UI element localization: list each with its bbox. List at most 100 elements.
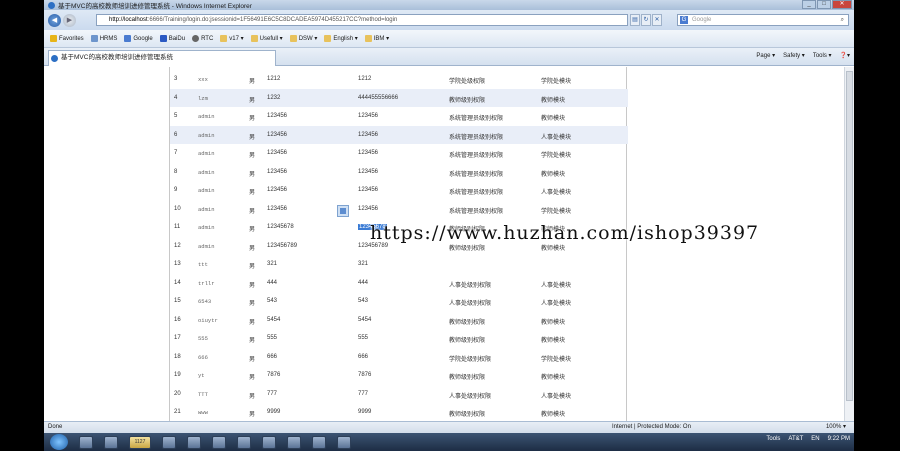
cell-id: 7: [174, 150, 178, 156]
cell-username: yt: [198, 372, 205, 379]
forward-button[interactable]: ▶: [63, 13, 76, 27]
tray-tools[interactable]: Tools: [766, 436, 780, 442]
search-field[interactable]: G Google ⌕: [677, 14, 849, 26]
taskbar-item-eclipse[interactable]: [312, 435, 326, 449]
favorite-label: HRMS: [99, 35, 118, 42]
page-menu[interactable]: Page ▾: [756, 52, 775, 59]
scrollbar-thumb[interactable]: [846, 71, 853, 401]
watermark-text: https://www.huzhan.com/ishop39397: [370, 222, 760, 244]
taskbar-item-ie[interactable]: [187, 435, 201, 449]
stop-icon[interactable]: ✕: [652, 14, 662, 26]
cell-sex: 男: [249, 319, 256, 326]
cell-password: 9999: [267, 409, 281, 415]
taskbar-item-firefox[interactable]: [262, 435, 276, 449]
table-row[interactable]: 8 admin 男 123456 123456 系统管理员级别权限 教师模块: [170, 163, 628, 182]
tab-active[interactable]: 基于MVC的高校教师培训进修管理系统: [48, 50, 276, 66]
favorite-item[interactable]: HRMS: [90, 35, 118, 42]
cell-module: 教师模块: [541, 319, 566, 326]
refresh-icon[interactable]: ↻: [641, 14, 651, 26]
taskbar: 1127 Tools AT&T EN 9:22 PM: [44, 433, 854, 451]
cell-password: 7876: [267, 372, 281, 378]
search-icon[interactable]: ⌕: [841, 15, 844, 25]
maximize-button[interactable]: □: [817, 0, 831, 9]
taskbar-item-explorer[interactable]: [79, 435, 93, 449]
cell-sex: 男: [249, 412, 256, 418]
favorite-item[interactable]: Favorites: [50, 35, 84, 42]
table-row[interactable]: 6 admin 男 123456 123456 系统管理员级别权限 人事处模块: [170, 125, 628, 144]
url-field[interactable]: http://localhost:6666/Training/login.do;…: [96, 14, 628, 26]
favorite-item[interactable]: English ▾: [324, 35, 358, 42]
window-title: 基于MVC的高校教师培训进修管理系统 - Windows Internet Ex…: [58, 3, 252, 10]
cell-role: 系统管理员级别权限: [449, 208, 504, 215]
table-row[interactable]: 3 xxx 男 1212 1212 学院处级权限 学院处模块: [170, 70, 628, 89]
tray-language[interactable]: EN: [811, 436, 819, 442]
favorite-label: IBM ▾: [373, 36, 390, 42]
close-button[interactable]: ✕: [832, 0, 852, 9]
cell-module: 学院处模块: [541, 153, 572, 159]
cell-id: 6: [174, 131, 178, 138]
table-row[interactable]: 18 666 男 666 666 学院处级别权限 学院处模块: [170, 348, 628, 367]
help-menu[interactable]: ❓▾: [840, 52, 850, 59]
table-row[interactable]: 17 555 男 555 555 教师级别权限 教师模块: [170, 329, 628, 348]
safety-menu[interactable]: Safety ▾: [783, 52, 805, 59]
url-path: :6666/Training/login.do;jsessionid=1F564…: [147, 17, 398, 23]
cell-module: 教师模块: [541, 116, 566, 122]
cell-id: 8: [174, 168, 178, 175]
cell-password: 123456: [267, 113, 288, 119]
favorite-item[interactable]: v17 ▾: [220, 35, 244, 42]
cell-password2: 9999: [358, 409, 372, 415]
edit-icon[interactable]: [337, 205, 349, 217]
cell-sex: 男: [249, 338, 256, 344]
favorite-item[interactable]: Google: [124, 35, 153, 42]
cell-id: 15: [174, 298, 181, 304]
table-row[interactable]: 20 TTT 男 777 777 人事处级别权限 人事处模块: [170, 385, 628, 404]
table-row[interactable]: 4 lzm 男 1232 444455556666 教师级别权限 教师模块: [170, 88, 628, 107]
cell-role: 系统管理员级别权限: [449, 190, 504, 196]
favorite-item[interactable]: BaiDu: [159, 35, 185, 42]
cell-password2: 7876: [358, 372, 372, 378]
table-row[interactable]: 10 admin 男 123456 123456 系统管理员级别权限 学院处模块: [170, 200, 628, 219]
minimize-button[interactable]: _: [802, 0, 816, 9]
favorite-item[interactable]: Usefull ▾: [250, 35, 283, 42]
favorite-item[interactable]: DSW ▾: [289, 35, 317, 42]
taskbar-item-active[interactable]: 1127: [129, 435, 151, 449]
taskbar-item-media[interactable]: [237, 435, 251, 449]
table-row[interactable]: 5 admin 男 123456 123456 系统管理员级别权限 教师模块: [170, 107, 628, 126]
table-row[interactable]: 19 yt 男 7876 7876 教师级别权限 教师模块: [170, 366, 628, 385]
table-row[interactable]: 9 admin 男 123456 123456 系统管理员级别权限 人事处模块: [170, 181, 628, 200]
cell-password: 12345678: [267, 224, 294, 230]
tab-label: 基于MVC的高校教师培训进修管理系统: [61, 54, 173, 61]
taskbar-item-app[interactable]: [104, 435, 118, 449]
cell-module: 人事处模块: [541, 301, 572, 307]
cell-role: 系统管理员级别权限: [449, 153, 504, 159]
favorite-item[interactable]: RTC: [192, 35, 213, 42]
cell-sex: 男: [249, 264, 256, 270]
table-row[interactable]: 21 www 男 9999 9999 教师级别权限 教师模块: [170, 403, 628, 421]
taskbar-item-java[interactable]: [287, 435, 301, 449]
cell-username: admin: [198, 113, 215, 120]
vertical-scrollbar[interactable]: [844, 67, 854, 421]
cell-role: 教师级别权限: [449, 319, 486, 326]
back-button[interactable]: ◀: [48, 13, 61, 27]
tools-menu[interactable]: Tools ▾: [813, 52, 832, 59]
cell-username: TTT: [198, 390, 208, 398]
table-row[interactable]: 14 trllr 男 444 444 人事处级别权限 人事处模块: [170, 274, 628, 293]
cell-module: 学院处模块: [541, 79, 572, 85]
cell-username: ttt: [198, 261, 208, 268]
cell-role: 教师级别权限: [449, 338, 486, 344]
table-row[interactable]: 16 oiuytr 男 5454 5454 教师级别权限 教师模块: [170, 311, 628, 330]
cell-username: xxx: [198, 76, 208, 83]
table-row[interactable]: 13 ttt 男 321 321: [170, 255, 628, 274]
start-button[interactable]: [50, 434, 68, 450]
address-bar: ◀ ▶ http://localhost:6666/Training/login…: [44, 10, 854, 30]
taskbar-item-folder[interactable]: [212, 435, 226, 449]
taskbar-item-tool[interactable]: [337, 435, 351, 449]
favorite-label: Favorites: [59, 35, 84, 42]
table-row[interactable]: 15 6543 男 543 543 人事处级别权限 人事处模块: [170, 292, 628, 311]
favorite-item[interactable]: IBM ▾: [364, 35, 390, 42]
taskbar-item-chrome[interactable]: [162, 435, 176, 449]
zoom-level[interactable]: 100% ▾: [826, 422, 846, 433]
compat-view-icon[interactable]: ▤: [630, 14, 640, 26]
cell-username: lzm: [198, 94, 208, 102]
table-row[interactable]: 7 admin 男 123456 123456 系统管理员级别权限 学院处模块: [170, 144, 628, 163]
